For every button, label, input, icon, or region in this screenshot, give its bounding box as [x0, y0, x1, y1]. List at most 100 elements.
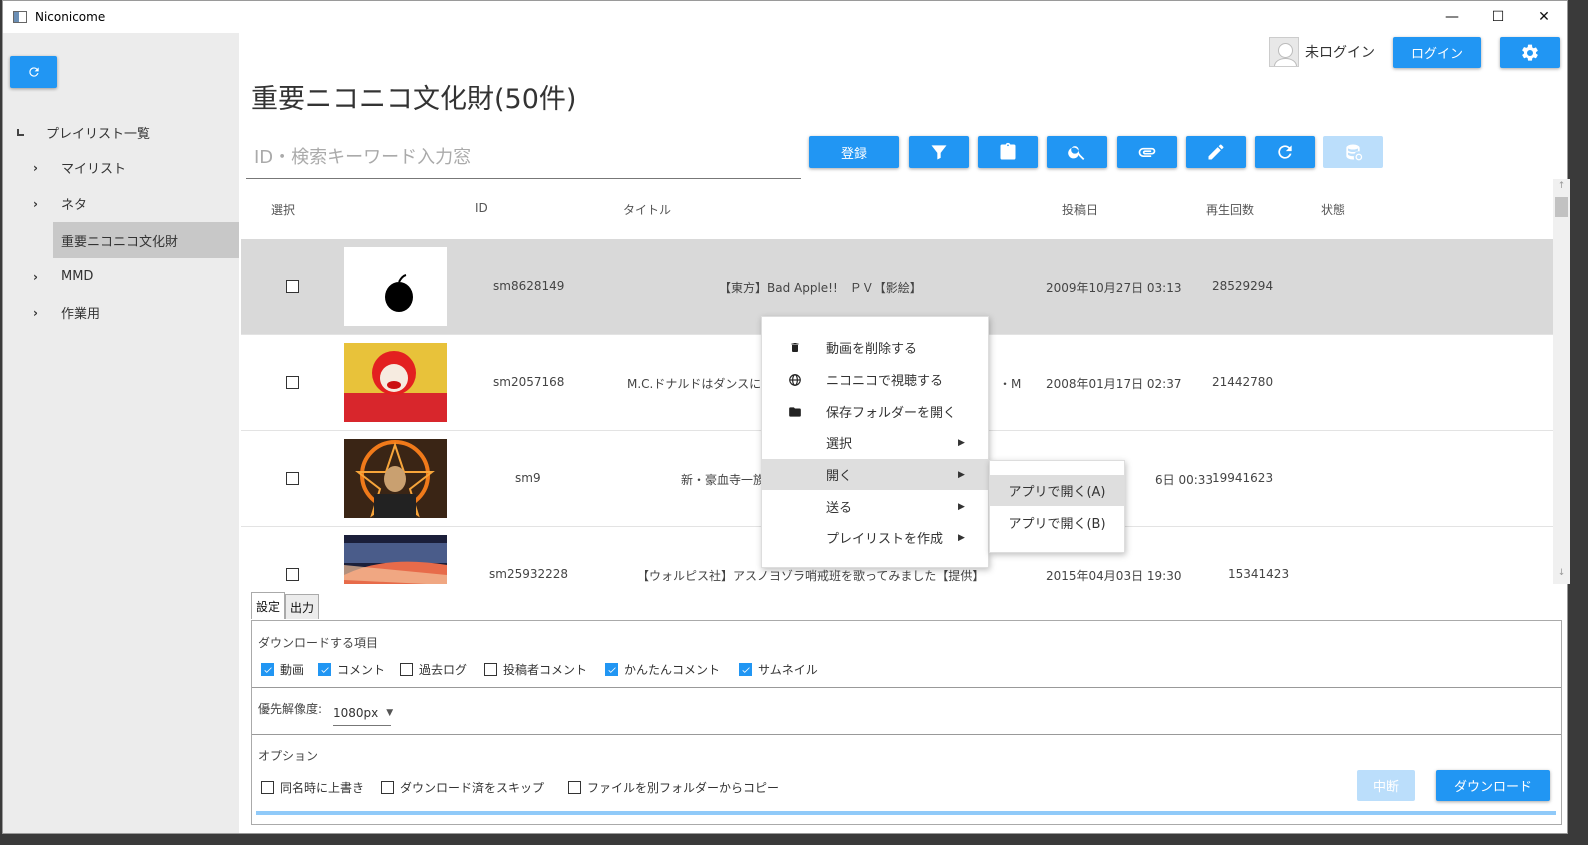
menu-item-send[interactable]: 送る ▶ [762, 491, 988, 522]
download-item-comment[interactable]: コメント [318, 661, 385, 678]
download-item-owner-comment[interactable]: 投稿者コメント [484, 661, 587, 678]
window-controls: — ☐ ✕ [1429, 1, 1567, 33]
sidebar: プレイリスト一覧 › マイリスト › ネタ 重要ニコニコ文化財 › MMD › … [3, 33, 239, 833]
submenu-item-open-app-a[interactable]: アプリで開く(A) [990, 475, 1124, 506]
tab-settings[interactable]: 設定 [251, 592, 286, 619]
menu-item-open-folder[interactable]: 保存フォルダーを開く [762, 396, 988, 427]
scrollbar-thumb[interactable] [1555, 197, 1568, 217]
download-item-past-log[interactable]: 過去ログ [400, 661, 467, 678]
playlist-tree-root[interactable]: プレイリスト一覧 [17, 123, 150, 142]
progress-bar [256, 811, 1556, 815]
edit-button[interactable] [1186, 136, 1246, 168]
menu-item-label: 開く [826, 469, 853, 484]
globe-icon [788, 373, 802, 387]
column-header-status[interactable]: 状態 [1321, 201, 1345, 218]
login-button[interactable]: ログイン [1393, 37, 1481, 68]
scroll-down-icon[interactable]: ↓ [1553, 568, 1570, 582]
menu-item-create-playlist[interactable]: プレイリストを作成 ▶ [762, 522, 988, 553]
scroll-up-icon[interactable]: ↑ [1553, 181, 1570, 195]
option-label: ファイルを別フォルダーからコピー [587, 781, 780, 795]
download-item-thumbnail[interactable]: サムネイル [739, 661, 818, 678]
close-button[interactable]: ✕ [1521, 1, 1567, 33]
row-views: 15341423 [1228, 567, 1290, 581]
maximize-button[interactable]: ☐ [1475, 1, 1521, 33]
trash-icon [788, 341, 802, 355]
download-item-label: 過去ログ [419, 663, 468, 677]
download-button[interactable]: ダウンロード [1436, 770, 1550, 801]
row-views: 28529294 [1212, 279, 1274, 293]
stop-button[interactable]: 中断 [1357, 770, 1415, 801]
checkbox-checked-icon[interactable] [605, 663, 618, 676]
list-scrollbar[interactable]: ↑ ↓ [1553, 179, 1570, 584]
checkbox[interactable] [568, 781, 581, 794]
menu-item-watch[interactable]: ニコニコで視聴する [762, 364, 988, 395]
row-id: sm2057168 [493, 375, 565, 389]
menu-item-label: プレイリストを作成 [826, 532, 944, 547]
row-title: 【東方】Bad Apple!! ＰＶ【影絵】 [719, 281, 922, 295]
search-button[interactable] [1047, 136, 1107, 168]
checkbox[interactable] [381, 781, 394, 794]
option-overwrite[interactable]: 同名時に上書き [261, 779, 364, 796]
download-item-label: かんたんコメント [624, 663, 721, 677]
checkbox-checked-icon[interactable] [318, 663, 331, 676]
database-sync-button[interactable] [1323, 136, 1383, 168]
column-header-select[interactable]: 選択 [271, 201, 295, 218]
search-field[interactable] [246, 137, 801, 179]
search-input[interactable] [246, 137, 801, 177]
submenu-item-open-app-b[interactable]: アプリで開く(B) [990, 507, 1124, 538]
option-skip-downloaded[interactable]: ダウンロード済をスキップ [381, 779, 544, 796]
app-icon [13, 11, 27, 23]
download-item-label: 投稿者コメント [503, 663, 588, 677]
download-item-easy-comment[interactable]: かんたんコメント [605, 661, 720, 678]
column-header-views[interactable]: 再生回数 [1206, 201, 1254, 218]
row-checkbox[interactable] [286, 376, 299, 389]
download-item-video[interactable]: 動画 [261, 661, 304, 678]
row-checkbox[interactable] [286, 472, 299, 485]
sidebar-item-label: マイリスト [61, 161, 127, 177]
sidebar-item-mylist[interactable]: › マイリスト [33, 149, 239, 185]
minimize-button[interactable]: — [1429, 1, 1475, 33]
refresh-list-button[interactable] [1255, 136, 1315, 168]
sidebar-item-bunkazai[interactable]: 重要ニコニコ文化財 [53, 222, 239, 258]
column-header-posted[interactable]: 投稿日 [1062, 201, 1098, 218]
menu-item-open[interactable]: 開く ▶ [762, 459, 988, 490]
clipboard-button[interactable] [978, 136, 1038, 168]
title-bar: Niconicome — ☐ ✕ [3, 1, 1567, 33]
resolution-select[interactable]: 1080px ▼ [333, 700, 393, 726]
sidebar-item-label: MMD [61, 268, 94, 284]
filter-button[interactable] [909, 136, 969, 168]
menu-item-select[interactable]: 選択 ▶ [762, 427, 988, 458]
login-status: 未ログイン [1305, 45, 1375, 61]
option-copy-from-folder[interactable]: ファイルを別フォルダーからコピー [568, 779, 779, 796]
sidebar-item-neta[interactable]: › ネタ [33, 185, 239, 221]
search-icon [1068, 146, 1085, 160]
row-posted: 2015年04月03日 19:30 [1046, 569, 1182, 583]
chevron-right-icon: › [33, 197, 38, 211]
checkbox-checked-icon[interactable] [261, 663, 274, 676]
chevron-right-icon: › [33, 161, 38, 175]
download-item-label: コメント [337, 663, 386, 677]
attach-button[interactable] [1117, 136, 1177, 168]
row-views: 19941623 [1212, 471, 1274, 485]
options-heading: オプション [258, 749, 319, 763]
row-posted: 2008年01月17日 02:37 [1046, 377, 1182, 391]
menu-item-delete[interactable]: 動画を削除する [762, 332, 988, 363]
column-header-id[interactable]: ID [475, 201, 488, 215]
maximize-icon: ☐ [1491, 9, 1505, 25]
checkbox[interactable] [484, 663, 497, 676]
tab-output[interactable]: 出力 [285, 594, 320, 619]
gear-icon [1522, 44, 1538, 61]
row-checkbox[interactable] [286, 280, 299, 293]
checkbox[interactable] [261, 781, 274, 794]
option-label: ダウンロード済をスキップ [400, 781, 545, 795]
sidebar-refresh-button[interactable] [10, 56, 57, 88]
settings-button[interactable] [1500, 37, 1560, 68]
sidebar-item-sagyou[interactable]: › 作業用 [33, 294, 239, 330]
sidebar-item-mmd[interactable]: › MMD [33, 258, 239, 294]
sidebar-item-label: 重要ニコニコ文化財 [61, 234, 179, 250]
checkbox-checked-icon[interactable] [739, 663, 752, 676]
row-checkbox[interactable] [286, 568, 299, 581]
register-button[interactable]: 登録 [809, 136, 899, 168]
column-header-title[interactable]: タイトル [623, 201, 671, 218]
checkbox[interactable] [400, 663, 413, 676]
